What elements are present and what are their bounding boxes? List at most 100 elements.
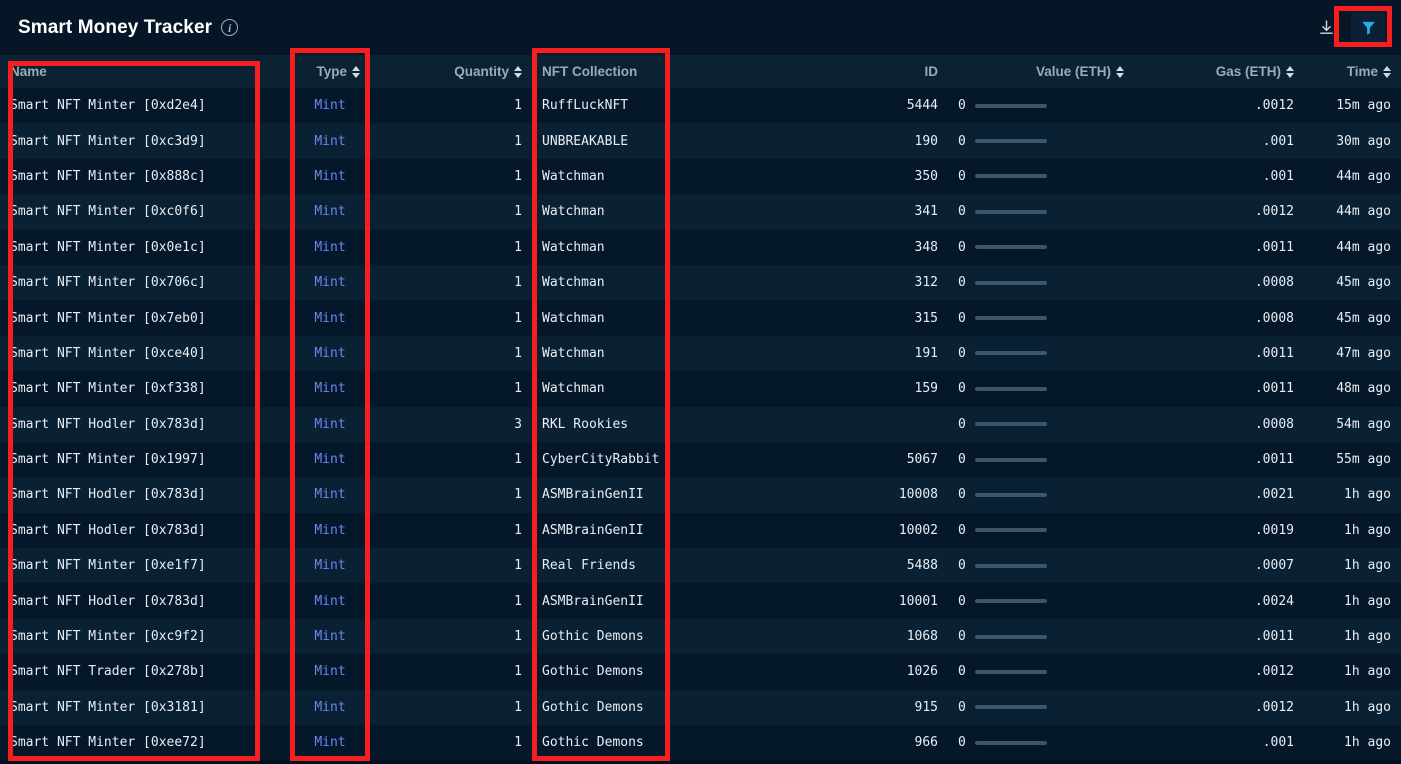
cell-type[interactable]: Mint: [290, 583, 370, 619]
cell-gas: .0024: [1134, 583, 1304, 619]
filter-icon[interactable]: [1351, 12, 1385, 43]
cell-quantity: 1: [370, 88, 532, 124]
cell-quantity: 1: [370, 512, 532, 549]
sort-icon[interactable]: [1383, 65, 1391, 79]
cell-time: 30m ago: [1304, 123, 1401, 159]
table-row[interactable]: Smart NFT Minter [0x888c] Mint 1 Watchman 35…: [0, 158, 1401, 195]
cell-type[interactable]: Mint: [290, 654, 370, 690]
table-row[interactable]: Smart NFT Minter [0xc0f6] Mint 1 Watchman 34…: [0, 194, 1401, 230]
column-header-nft[interactable]: NFT Collection: [532, 55, 832, 88]
cell-nft-collection: Gothic Demons: [532, 654, 832, 690]
cell-gas: .0012: [1134, 194, 1304, 230]
cell-time: 1h ago: [1304, 583, 1401, 619]
cell-id: 190: [832, 123, 948, 159]
cell-value: 0: [948, 441, 1134, 478]
cell-name: Smart NFT Minter [0x888c]: [0, 158, 290, 195]
info-icon[interactable]: i: [221, 19, 239, 36]
cell-type[interactable]: Mint: [290, 618, 370, 655]
value-number: 0: [958, 664, 966, 680]
cell-nft-collection: Watchman: [532, 194, 832, 230]
cell-id: 315: [832, 300, 948, 336]
cell-quantity: 1: [370, 477, 532, 513]
table-row[interactable]: Smart NFT Minter [0x706c] Mint 1 Watchman 31…: [0, 264, 1401, 301]
cell-type[interactable]: Mint: [290, 229, 370, 265]
cell-gas: .0011: [1134, 618, 1304, 655]
cell-id: 5067: [832, 441, 948, 478]
cell-type[interactable]: Mint: [290, 123, 370, 159]
value-number: 0: [958, 629, 966, 645]
cell-type[interactable]: Mint: [290, 264, 370, 301]
table-row[interactable]: Smart NFT Minter [0xee72] Mint 1 Gothic Dem…: [0, 725, 1401, 761]
cell-type[interactable]: Mint: [290, 88, 370, 124]
cell-id: 966: [832, 725, 948, 761]
sort-icon[interactable]: [1116, 65, 1124, 79]
column-label-type: Type: [316, 64, 347, 79]
column-label-id: ID: [924, 64, 939, 79]
cell-nft-collection: ASMBrainGenII: [532, 583, 832, 619]
download-icon[interactable]: [1309, 13, 1343, 43]
table-row[interactable]: Smart NFT Minter [0xce40] Mint 1 Watchman 19…: [0, 335, 1401, 372]
table-row[interactable]: Smart NFT Minter [0x7eb0] Mint 1 Watchman 31…: [0, 300, 1401, 336]
cell-value: 0: [948, 371, 1134, 407]
cell-quantity: 3: [370, 406, 532, 442]
cell-value: 0: [948, 512, 1134, 549]
column-header-id[interactable]: ID: [832, 55, 948, 88]
table-row[interactable]: Smart NFT Hodler [0x783d] Mint 3 RKL Rookie…: [0, 406, 1401, 442]
table-row[interactable]: Smart NFT Minter [0xe1f7] Mint 1 Real Frien…: [0, 548, 1401, 584]
column-header-quantity[interactable]: Quantity: [370, 55, 532, 88]
value-bar: [974, 634, 1047, 639]
value-number: 0: [958, 558, 966, 574]
sort-icon[interactable]: [514, 65, 522, 79]
table-row[interactable]: Smart NFT Minter [0x0e1c] Mint 1 Watchman 34…: [0, 229, 1401, 265]
table-row[interactable]: Smart NFT Trader [0x278b] Mint 1 Gothic Dem…: [0, 654, 1401, 690]
cell-time: 55m ago: [1304, 441, 1401, 478]
cell-name: Smart NFT Minter [0xee72]: [0, 725, 290, 761]
table-row[interactable]: Smart NFT Minter [0xc3d9] Mint 1 UNBREAKABL…: [0, 123, 1401, 159]
cell-name: Smart NFT Minter [0x1997]: [0, 441, 290, 478]
column-header-time[interactable]: Time: [1304, 55, 1401, 88]
cell-name: Smart NFT Minter [0x7eb0]: [0, 300, 290, 336]
cell-id: [832, 406, 948, 442]
cell-type[interactable]: Mint: [290, 548, 370, 584]
table-row[interactable]: Smart NFT Minter [0x1997] Mint 1 CyberCityR…: [0, 441, 1401, 478]
cell-type[interactable]: Mint: [290, 689, 370, 726]
column-header-name[interactable]: Name: [0, 55, 290, 88]
cell-gas: .001: [1134, 158, 1304, 195]
cell-id: 341: [832, 194, 948, 230]
table-row[interactable]: Smart NFT Hodler [0x783d] Mint 1 ASMBrainGe…: [0, 583, 1401, 619]
cell-type[interactable]: Mint: [290, 441, 370, 478]
value-number: 0: [958, 98, 966, 114]
cell-id: 350: [832, 158, 948, 195]
column-label-name: Name: [10, 64, 47, 79]
table-row[interactable]: Smart NFT Hodler [0x783d] Mint 1 ASMBrainGe…: [0, 512, 1401, 549]
table-row[interactable]: Smart NFT Hodler [0x783d] Mint 1 ASMBrainGe…: [0, 477, 1401, 513]
cell-gas: .0011: [1134, 335, 1304, 372]
table-row[interactable]: Smart NFT Minter [0xc9f2] Mint 1 Gothic Dem…: [0, 618, 1401, 655]
table-row[interactable]: Smart NFT Minter [0xf338] Mint 1 Watchman 15…: [0, 371, 1401, 407]
cell-type[interactable]: Mint: [290, 300, 370, 336]
cell-type[interactable]: Mint: [290, 335, 370, 372]
cell-name: Smart NFT Minter [0xd2e4]: [0, 88, 290, 124]
sort-icon[interactable]: [352, 65, 360, 79]
cell-value: 0: [948, 300, 1134, 336]
cell-type[interactable]: Mint: [290, 512, 370, 549]
cell-type[interactable]: Mint: [290, 194, 370, 230]
sort-icon[interactable]: [1286, 65, 1294, 79]
value-bar: [974, 386, 1047, 391]
column-header-type[interactable]: Type: [290, 55, 370, 88]
column-header-gas[interactable]: Gas (ETH): [1134, 55, 1304, 88]
value-number: 0: [958, 416, 966, 432]
value-bar: [974, 563, 1047, 568]
value-bar: [974, 422, 1047, 427]
cell-type[interactable]: Mint: [290, 725, 370, 761]
cell-type[interactable]: Mint: [290, 371, 370, 407]
table-row[interactable]: Smart NFT Minter [0xd2e4] Mint 1 RuffLuckNF…: [0, 88, 1401, 124]
cell-id: 1026: [832, 654, 948, 690]
table-row[interactable]: Smart NFT Minter [0x3181] Mint 1 Gothic Dem…: [0, 689, 1401, 726]
cell-quantity: 1: [370, 229, 532, 265]
cell-type[interactable]: Mint: [290, 158, 370, 195]
column-label-value: Value (ETH): [1035, 64, 1111, 79]
cell-type[interactable]: Mint: [290, 406, 370, 442]
cell-type[interactable]: Mint: [290, 477, 370, 513]
column-header-value[interactable]: Value (ETH): [948, 55, 1134, 88]
